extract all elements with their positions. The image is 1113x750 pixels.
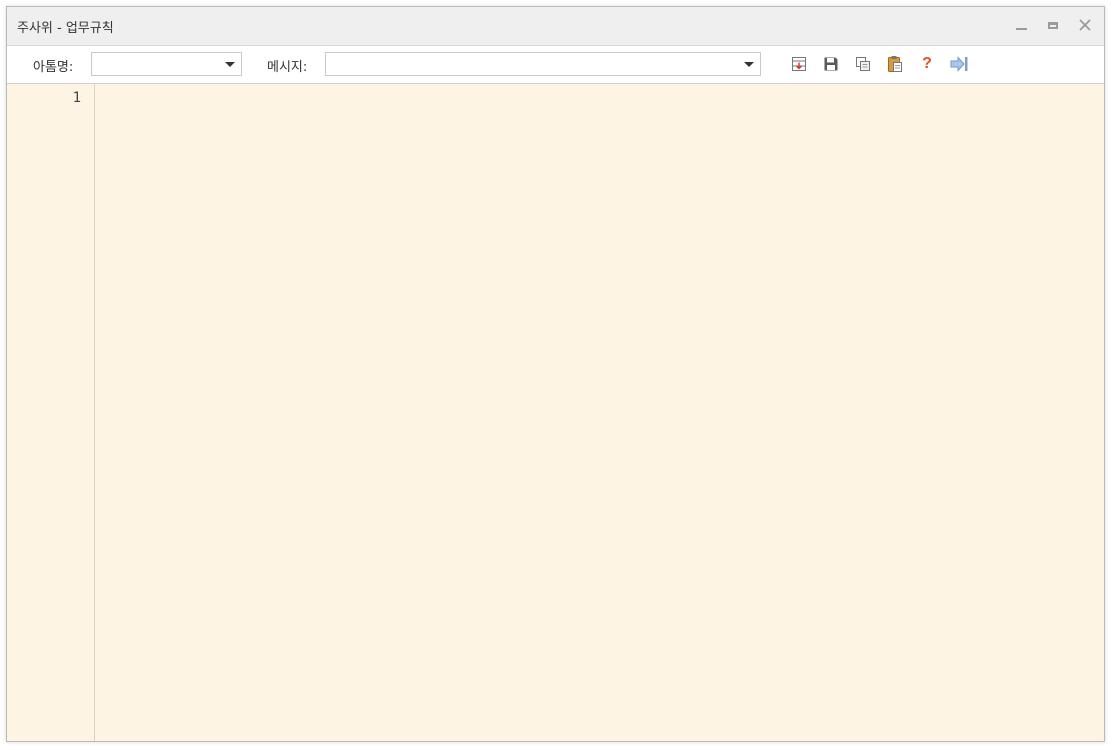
action-name-dropdown[interactable]: [91, 52, 242, 76]
copy-icon: [856, 57, 870, 71]
message-dropdown[interactable]: [325, 52, 761, 76]
line-number: 1: [72, 90, 81, 106]
minimize-icon: [1015, 28, 1027, 30]
window-title: 주사위 - 업무규칙: [17, 21, 114, 36]
save-icon: [824, 57, 838, 71]
help-icon: ?: [922, 55, 932, 72]
minimize-button[interactable]: [1012, 15, 1030, 35]
help-button[interactable]: ?: [917, 54, 937, 74]
code-text-area[interactable]: [95, 84, 1104, 741]
action-name-label: 아톰명:: [33, 60, 74, 75]
main-window: 주사위 - 업무규칙 아톰명: 메시지: ? 1: [6, 6, 1105, 742]
message-label: 메시지:: [267, 60, 308, 75]
insert-button[interactable]: [789, 54, 809, 74]
paste-button[interactable]: [885, 54, 905, 74]
chevron-down-icon: [225, 62, 235, 67]
close-icon: [1079, 19, 1091, 31]
code-editor[interactable]: 1: [7, 84, 1104, 741]
maximize-button[interactable]: [1044, 15, 1062, 35]
save-button[interactable]: [821, 54, 841, 74]
title-bar[interactable]: 주사위 - 업무규칙: [7, 7, 1104, 46]
toolbar: 아톰명: 메시지: ?: [7, 46, 1104, 84]
exit-icon: [950, 56, 968, 72]
paste-icon: [888, 56, 902, 72]
exit-button[interactable]: [949, 54, 969, 74]
copy-button[interactable]: [853, 54, 873, 74]
close-button[interactable]: [1076, 15, 1094, 35]
maximize-icon: [1048, 21, 1058, 29]
insert-icon: [792, 57, 806, 71]
line-number-gutter: 1: [7, 84, 95, 741]
tool-icons: ?: [789, 54, 969, 74]
window-controls: [1012, 15, 1094, 35]
chevron-down-icon: [744, 62, 754, 67]
